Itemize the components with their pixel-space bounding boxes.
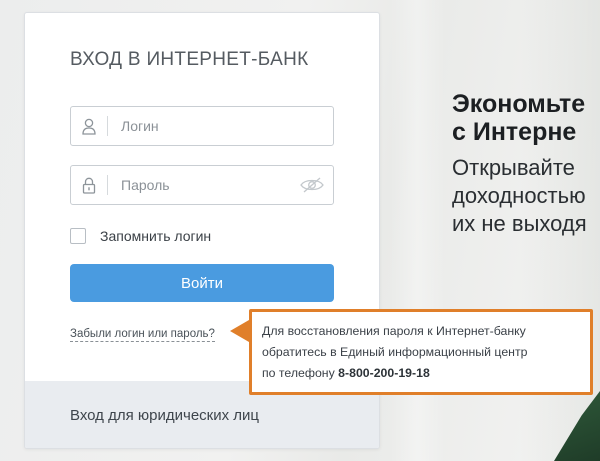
user-icon	[71, 107, 107, 145]
promo-text: их не выходя	[452, 211, 587, 236]
remember-checkbox[interactable]	[70, 228, 86, 244]
login-button[interactable]: Войти	[70, 264, 334, 302]
tooltip-text: по телефону 8-800-200-19-18	[262, 363, 580, 384]
page-title: ВХОД В ИНТЕРНЕТ-БАНК	[70, 49, 309, 70]
login-input[interactable]	[121, 107, 301, 145]
background-leaf	[554, 391, 600, 461]
password-field[interactable]	[70, 165, 334, 205]
lock-icon	[71, 166, 107, 204]
remember-label: Запомнить логин	[100, 228, 212, 244]
tooltip-text-prefix: по телефону	[262, 366, 339, 380]
support-phone[interactable]: 8-800-200-19-18	[338, 366, 430, 380]
promo-text: Открывайте	[452, 155, 575, 180]
forgot-password-link[interactable]: Забыли логин или пароль?	[70, 327, 215, 342]
eye-off-icon[interactable]	[299, 175, 325, 195]
login-field[interactable]	[70, 106, 334, 146]
legal-entity-login-link[interactable]: Вход для юридических лиц	[70, 407, 259, 424]
password-input[interactable]	[121, 166, 301, 204]
tooltip-text: обратитесь в Единый информационный центр	[262, 345, 528, 359]
field-divider	[107, 175, 108, 195]
remember-login[interactable]: Запомнить логин	[70, 227, 211, 245]
field-divider	[107, 116, 108, 136]
promo-headline: Экономьте	[452, 90, 586, 118]
promo-text: доходностью	[452, 183, 586, 208]
password-recovery-tooltip: Для восстановления пароля к Интернет-бан…	[230, 309, 593, 395]
tooltip-text: Для восстановления пароля к Интернет-бан…	[262, 324, 526, 338]
promo-headline: с Интерне	[452, 118, 577, 146]
